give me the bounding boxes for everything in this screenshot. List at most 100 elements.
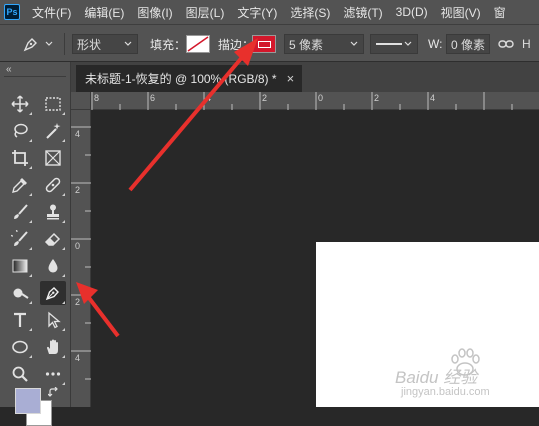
eyedropper-tool-button[interactable] — [7, 173, 33, 197]
magic-wand-tool-button[interactable] — [40, 119, 66, 143]
chevron-down-icon — [404, 41, 412, 46]
gradient-tool-button[interactable] — [7, 254, 33, 278]
watermark-line-2: jingyan.baidu.com — [401, 386, 490, 398]
chevron-down-icon — [45, 41, 53, 46]
photoshop-logo-icon[interactable]: Ps — [4, 4, 20, 20]
ruler-label: 4 — [206, 93, 212, 103]
tool-preset-picker[interactable] — [22, 34, 54, 54]
vertical-ruler[interactable]: 4 2 0 2 4 — [71, 110, 91, 407]
pen-tool-button[interactable] — [40, 281, 66, 305]
ruler-ticks — [71, 126, 91, 380]
stroke-label: 描边： — [218, 37, 255, 52]
menu-3d[interactable]: 3D(D) — [396, 5, 428, 19]
hand-icon — [47, 339, 58, 354]
crop-icon — [12, 150, 28, 166]
stroke-swatch[interactable] — [252, 34, 276, 54]
fill-none-swatch-icon — [186, 35, 210, 53]
dodge-tool-button[interactable] — [7, 281, 33, 305]
marquee-icon — [45, 97, 61, 111]
link-icon — [498, 40, 514, 48]
ruler-label: 8 — [94, 93, 100, 103]
frame-tool-button[interactable] — [40, 146, 66, 170]
menu-edit[interactable]: 编辑(E) — [84, 4, 124, 21]
eyedropper-icon — [12, 178, 27, 193]
history-brush-tool-button[interactable] — [7, 227, 33, 251]
document-tab-title: 未标题-1-恢复的 @ 100% (RGB/8) * — [85, 72, 277, 86]
type-tool-button[interactable] — [7, 308, 33, 332]
menu-layer[interactable]: 图层(L) — [186, 4, 225, 21]
chevron-down-icon — [350, 41, 358, 46]
menu-file[interactable]: 文件(F) — [32, 4, 71, 21]
fill-swatch[interactable] — [186, 34, 210, 54]
lasso-tool-button[interactable] — [7, 119, 33, 143]
healing-brush-tool-button[interactable] — [40, 173, 66, 197]
stroke-type-dropdown[interactable] — [370, 34, 418, 54]
ruler-ticks — [91, 92, 513, 110]
eraser-icon — [44, 232, 61, 246]
dodge-icon — [13, 288, 29, 299]
pen-mode-dropdown[interactable]: 形状 — [72, 34, 138, 54]
divider — [64, 33, 65, 55]
options-bar: 形状 填充： 描边： 5 像素 W: 0 像素 H — [0, 24, 539, 62]
stroke-line-style-icon — [376, 43, 402, 45]
menu-select[interactable]: 选择(S) — [290, 4, 330, 21]
link-dimensions-button[interactable] — [498, 34, 514, 54]
hand-tool-button[interactable] — [40, 335, 66, 359]
history-brush-icon — [11, 230, 28, 246]
more-tools-icon — [45, 372, 61, 376]
ruler-label: 4 — [75, 129, 81, 139]
brush-tool-button[interactable] — [7, 200, 33, 224]
stamp-icon — [47, 204, 59, 220]
fill-label: 填充： — [150, 37, 187, 52]
shape-tool-button[interactable] — [7, 335, 33, 359]
zoom-tool-button[interactable] — [7, 362, 33, 386]
width-value: 0 像素 — [451, 37, 486, 52]
magic-wand-icon — [46, 123, 61, 139]
ruler-label: 2 — [374, 93, 380, 103]
move-icon — [11, 95, 29, 113]
collapse-panel-button[interactable]: « — [6, 64, 12, 75]
crop-tool-button[interactable] — [7, 146, 33, 170]
path-selection-tool-button[interactable] — [40, 308, 66, 332]
move-tool-button[interactable] — [7, 92, 33, 116]
blur-icon — [48, 259, 58, 273]
path-selection-icon — [48, 311, 61, 329]
brush-icon — [14, 204, 28, 219]
stroke-color-swatch-icon — [252, 35, 276, 53]
horizontal-ruler[interactable]: 8 6 4 2 0 2 4 — [91, 92, 539, 110]
pen-mode-value: 形状 — [77, 37, 102, 52]
divider — [4, 76, 66, 77]
watermark-line-1: Baidu 经验 — [395, 368, 478, 387]
shape-icon — [12, 340, 28, 354]
stroke-width-dropdown[interactable]: 5 像素 — [284, 34, 364, 54]
width-input[interactable]: 0 像素 — [446, 34, 490, 54]
menu-image[interactable]: 图像(I) — [137, 4, 172, 21]
document-tab[interactable]: 未标题-1-恢复的 @ 100% (RGB/8) * × — [76, 65, 302, 92]
ruler-label: 2 — [75, 297, 81, 307]
document-tab-bar: 未标题-1-恢复的 @ 100% (RGB/8) * × — [71, 62, 539, 92]
foreground-color-swatch[interactable] — [15, 388, 41, 414]
menu-filter[interactable]: 滤镜(T) — [343, 4, 382, 21]
height-label-partial: H — [522, 37, 531, 51]
pen-icon — [45, 287, 59, 301]
ruler-origin[interactable] — [71, 92, 91, 110]
healing-brush-icon — [45, 177, 61, 193]
menu-window[interactable]: 窗 — [494, 4, 506, 21]
close-tab-button[interactable]: × — [287, 71, 295, 86]
ruler-label: 6 — [150, 93, 156, 103]
menu-view[interactable]: 视图(V) — [441, 4, 481, 21]
eraser-tool-button[interactable] — [40, 227, 66, 251]
clone-stamp-tool-button[interactable] — [40, 200, 66, 224]
swap-arrows-icon — [47, 386, 58, 397]
pen-icon — [23, 38, 37, 52]
stroke-width-value: 5 像素 — [289, 37, 324, 52]
marquee-tool-button[interactable] — [40, 92, 66, 116]
frame-icon — [45, 150, 61, 166]
ruler-label: 4 — [430, 93, 436, 103]
tools-panel: « — [0, 62, 71, 426]
menu-bar: Ps 文件(F) 编辑(E) 图像(I) 图层(L) 文字(Y) 选择(S) 滤… — [0, 0, 539, 24]
edit-toolbar-button[interactable] — [40, 362, 66, 386]
blur-tool-button[interactable] — [40, 254, 66, 278]
menu-type[interactable]: 文字(Y) — [237, 4, 277, 21]
ruler-label: 0 — [318, 93, 324, 103]
